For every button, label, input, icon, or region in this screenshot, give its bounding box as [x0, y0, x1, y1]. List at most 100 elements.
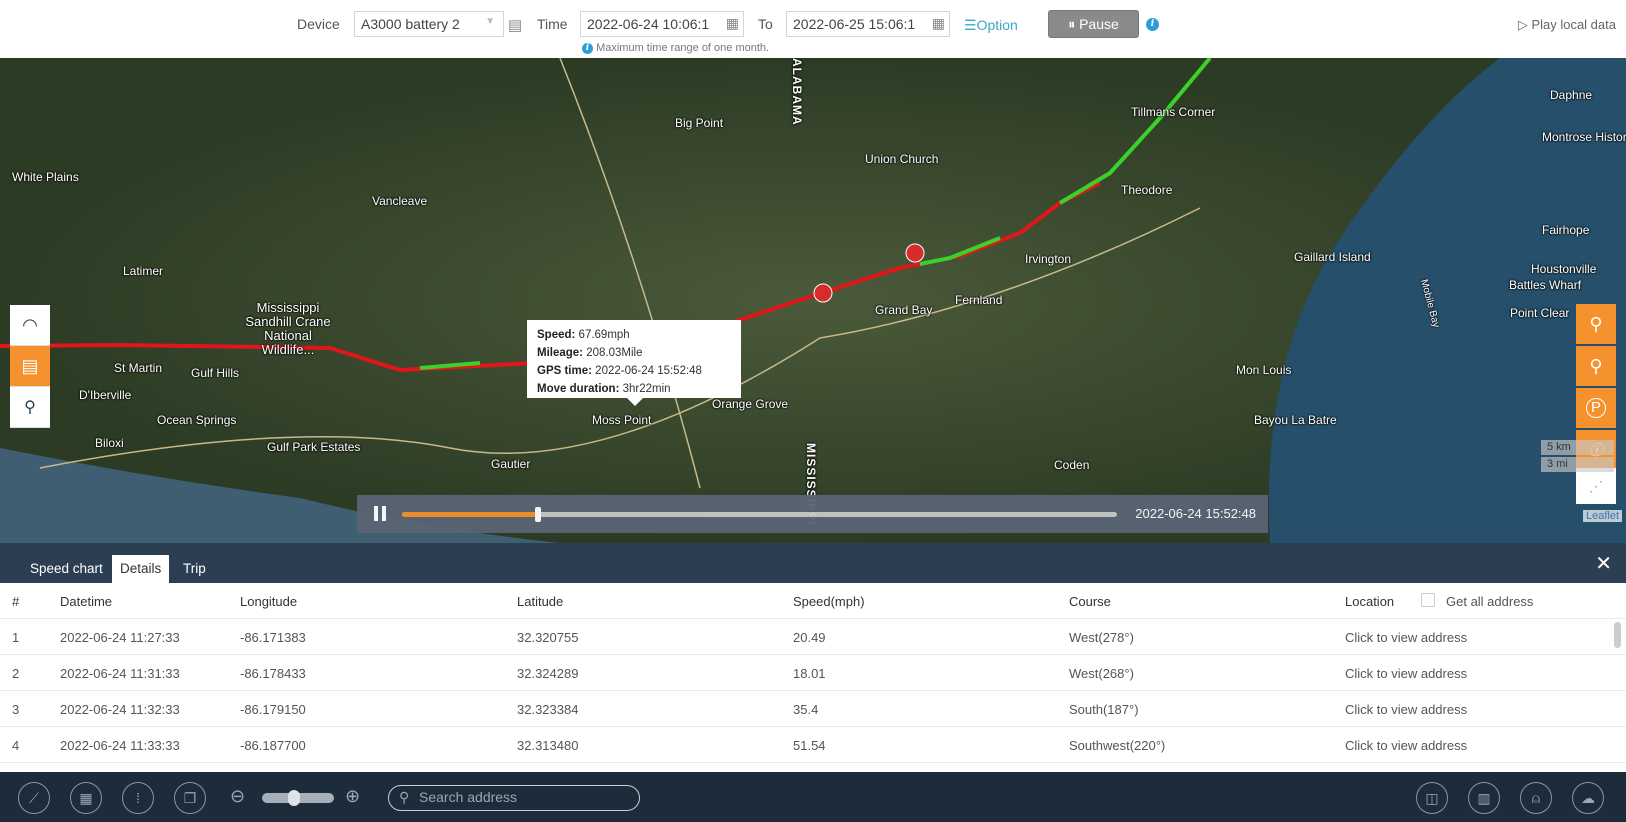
- speed-value: 67.69mph: [578, 329, 630, 341]
- place-label: Fairhope: [1542, 223, 1590, 237]
- play-circle-icon: ▷: [1517, 17, 1528, 32]
- speedometer-button[interactable]: ◠: [10, 305, 50, 346]
- tab-details[interactable]: Details: [112, 555, 170, 583]
- stop-point-button[interactable]: ⚲: [1576, 346, 1616, 386]
- info-icon[interactable]: i: [1146, 18, 1159, 31]
- col-speed: Speed(mph): [793, 594, 865, 609]
- area-button[interactable]: ▦: [70, 782, 102, 814]
- time-from-value: 2022-06-24 10:06:1: [587, 16, 710, 32]
- place-label: Point Clear: [1510, 306, 1570, 320]
- document-icon: ▤: [21, 355, 39, 376]
- playback-bar: 2022-06-24 15:52:48: [357, 495, 1268, 533]
- left-map-controls: ◠ ▤ ⚲: [10, 305, 50, 428]
- place-label: Big Point: [675, 116, 724, 130]
- zoom-in-icon[interactable]: ⊕: [345, 786, 360, 807]
- search-icon: ⚲: [399, 789, 410, 805]
- table-row[interactable]: 2 2022-06-24 11:31:33 -86.178433 32.324289 1…: [0, 655, 1626, 691]
- parking-button[interactable]: P: [1576, 388, 1616, 428]
- fence-button[interactable]: ▥: [1468, 782, 1500, 814]
- tab-trip[interactable]: Trip: [175, 555, 214, 583]
- mileage-label: Mileage:: [537, 347, 584, 359]
- cell-longitude: -86.178433: [240, 666, 306, 681]
- table-header: # Datetime Longitude Latitude Speed(mph)…: [0, 583, 1626, 619]
- get-all-address-label[interactable]: Get all address: [1446, 594, 1533, 609]
- track-points-button[interactable]: ⋰: [1576, 468, 1616, 504]
- place-label: Battles Wharf: [1509, 278, 1582, 292]
- fence-icon: ▥: [1477, 789, 1491, 806]
- hint-text: Maximum time range of one month.: [596, 42, 770, 54]
- place-label: Orange Grove: [712, 397, 789, 411]
- parking-marker: [813, 283, 833, 303]
- pause-icon[interactable]: [374, 506, 386, 521]
- table-scrollbar[interactable]: [1614, 622, 1621, 648]
- alarm-button[interactable]: ⍝: [1520, 782, 1552, 814]
- cell-speed: 20.49: [793, 630, 826, 645]
- marker-toggle-button[interactable]: ⚲: [1576, 304, 1616, 344]
- pause-button[interactable]: ⏸ Pause: [1048, 10, 1139, 38]
- place-label: White Plains: [12, 170, 79, 184]
- close-icon[interactable]: ✕: [1595, 551, 1612, 576]
- search-address-input[interactable]: ⚲ Search address: [388, 785, 640, 811]
- traffic-button[interactable]: ⁞: [122, 782, 154, 814]
- place-label: Ocean Springs: [157, 413, 237, 427]
- time-from-input[interactable]: 2022-06-24 10:06:1 ▦: [580, 11, 744, 37]
- place-label: Houstonville: [1531, 262, 1597, 276]
- calendar-icon[interactable]: ▦: [726, 15, 739, 32]
- place-label: St Martin: [114, 361, 163, 375]
- option-button[interactable]: ☰Option: [964, 17, 1018, 34]
- time-to-value: 2022-06-25 15:06:1: [793, 16, 916, 32]
- parking-icon: P: [1586, 398, 1606, 418]
- place-label: Daphne: [1550, 88, 1593, 102]
- cell-speed: 35.4: [793, 702, 819, 717]
- table-row[interactable]: 1 2022-06-24 11:27:33 -86.171383 32.320755 2…: [0, 619, 1626, 655]
- layers-icon: ❐: [183, 789, 197, 806]
- tab-speed-chart[interactable]: Speed chart: [22, 555, 111, 583]
- map[interactable]: White Plains Vancleave Latimer Mississippi …: [0, 58, 1626, 543]
- ruler-button[interactable]: ⟋: [18, 782, 50, 814]
- cell-datetime: 2022-06-24 11:27:33: [60, 630, 180, 645]
- document-icon[interactable]: ▤: [508, 16, 522, 34]
- route-icon: ⚲: [24, 399, 36, 416]
- place-label: Vancleave: [372, 194, 428, 208]
- cell-latitude: 32.323384: [517, 702, 579, 717]
- route-button[interactable]: ⚲: [10, 387, 50, 428]
- place-label: Mon Louis: [1236, 363, 1292, 377]
- attribution-link[interactable]: Leaflet: [1583, 510, 1623, 522]
- cell-location[interactable]: Click to view address: [1345, 738, 1467, 753]
- calendar-icon[interactable]: ▦: [932, 15, 945, 32]
- device-select[interactable]: A3000 battery 2 ▼: [354, 11, 504, 37]
- cell-location[interactable]: Click to view address: [1345, 630, 1467, 645]
- place-label: Fernland: [955, 293, 1003, 307]
- cell-latitude: 32.313480: [517, 738, 579, 753]
- play-local-data-link[interactable]: ▷ Play local data: [1518, 17, 1616, 33]
- map-button[interactable]: ◫: [1416, 782, 1448, 814]
- cell-latitude: 32.320755: [517, 630, 579, 645]
- place-label: ALABAMA: [790, 58, 804, 126]
- cell-index: 2: [12, 666, 20, 681]
- parking-marker: [905, 243, 925, 263]
- cell-longitude: -86.187700: [240, 738, 306, 753]
- cell-index: 3: [12, 702, 20, 717]
- layers-button[interactable]: ❐: [174, 782, 206, 814]
- zoom-slider[interactable]: [262, 790, 334, 806]
- table-row[interactable]: 4 2022-06-24 11:33:33 -86.187700 32.313480 5…: [0, 727, 1626, 763]
- table-row[interactable]: 3 2022-06-24 11:32:33 -86.179150 32.323384 3…: [0, 691, 1626, 727]
- move-duration-label: Move duration:: [537, 383, 620, 395]
- report-button[interactable]: ▤: [10, 346, 50, 387]
- cell-location[interactable]: Click to view address: [1345, 702, 1467, 717]
- cell-location[interactable]: Click to view address: [1345, 666, 1467, 681]
- playback-time: 2022-06-24 15:52:48: [1135, 506, 1256, 521]
- get-all-address-checkbox[interactable]: [1421, 593, 1435, 607]
- playback-thumb[interactable]: [534, 507, 541, 522]
- zoom-thumb[interactable]: [288, 790, 300, 806]
- time-to-input[interactable]: 2022-06-25 15:06:1 ▦: [786, 11, 950, 37]
- device-label: Device: [297, 16, 340, 32]
- download-button[interactable]: ☁: [1572, 782, 1604, 814]
- time-label: Time: [537, 16, 568, 32]
- play-local-label: Play local data: [1531, 17, 1616, 32]
- zoom-out-icon[interactable]: ⊖: [230, 786, 245, 807]
- playback-slider[interactable]: [402, 507, 1117, 522]
- place-label: Gulf Hills: [191, 366, 240, 380]
- col-location: Location: [1345, 594, 1395, 609]
- speed-label: Speed:: [537, 329, 576, 341]
